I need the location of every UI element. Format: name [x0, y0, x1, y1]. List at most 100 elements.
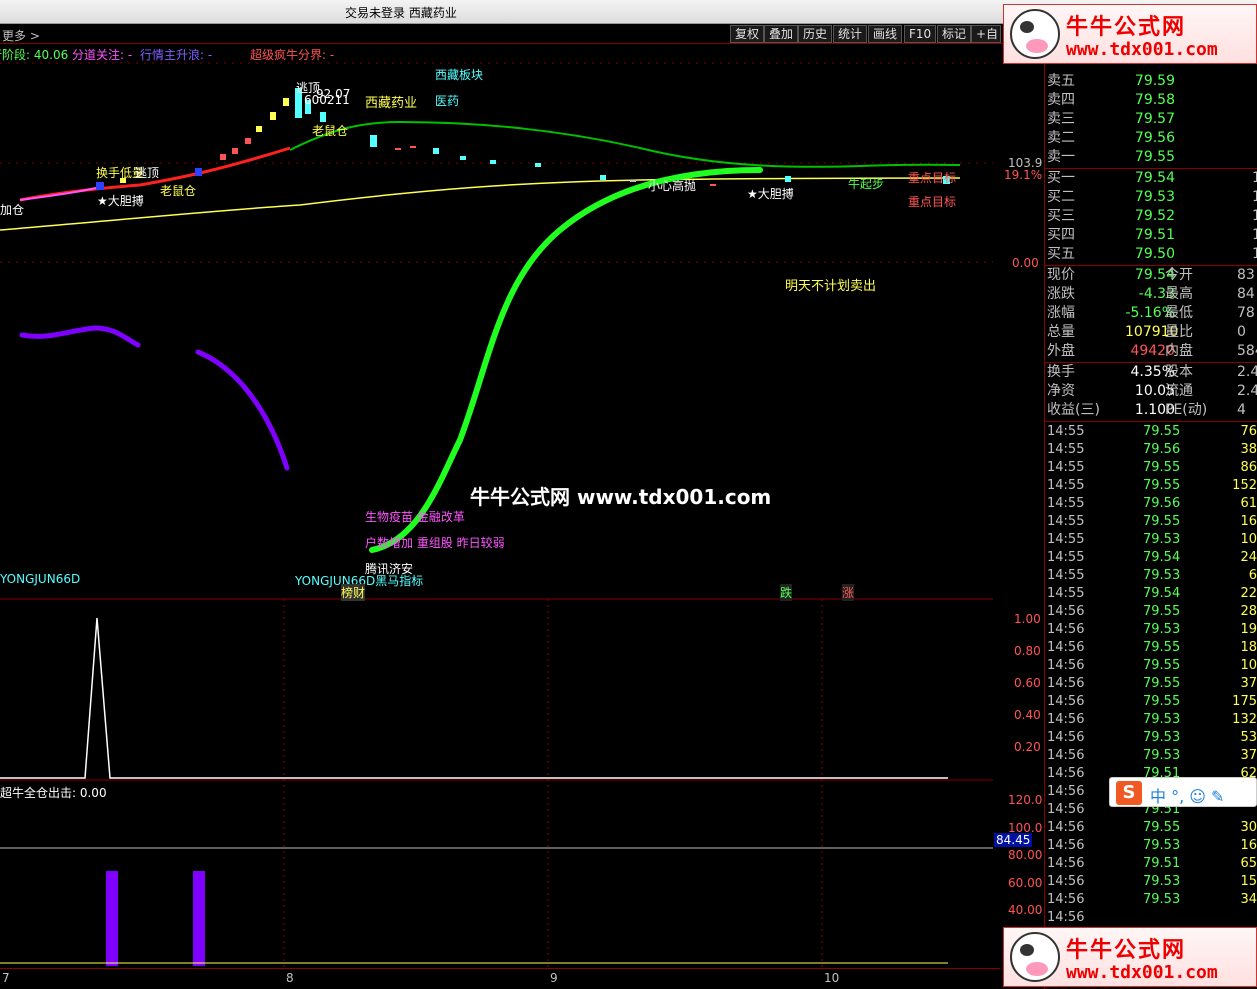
pct-axis: 19.1% — [1004, 168, 1043, 182]
tick-price: 79.55 — [1143, 424, 1181, 439]
tick-time: 14:56 — [1047, 766, 1085, 781]
tick-volume: 18 — [1240, 640, 1257, 655]
draw-line-button[interactable]: 画线 — [868, 25, 903, 43]
rank-tag[interactable]: 榜财 — [341, 584, 366, 601]
tick-volume: 10 — [1240, 532, 1257, 547]
tick-time: 14:56 — [1047, 640, 1085, 655]
window-title: 交易未登录 西藏药业 — [345, 6, 457, 20]
up-tag[interactable]: 涨 — [842, 584, 855, 601]
tick-volume: 61 — [1240, 496, 1257, 511]
date-tick-9: 9 — [550, 971, 558, 985]
tick-price: 79.53 — [1143, 874, 1181, 889]
sell-row-5: 卖五 79.59 — [1047, 73, 1175, 89]
fuquan-button[interactable]: 复权 — [730, 25, 765, 43]
concept-label-1: 生物疫苗 金融改革 — [365, 510, 465, 524]
key-target-label: 重点目标 — [908, 171, 957, 185]
author-left-label: YONGJUN66D — [0, 572, 81, 586]
tick-price: 79.53 — [1143, 568, 1181, 583]
tick-row: 14:56 79.53 34 — [1047, 891, 1257, 909]
tick-volume: 19 — [1240, 622, 1257, 637]
stat-row-net: 净资10.05流通2.48 — [1047, 383, 1257, 399]
cow-logo-icon — [1010, 9, 1060, 59]
old-rat2-label: 老鼠仓 — [160, 184, 197, 198]
buy-row-4: 买四 79.51 1 — [1047, 227, 1257, 243]
tick-row: 14:55 79.55 86 — [1047, 459, 1257, 477]
sogou-ime-icon[interactable]: S — [1116, 781, 1142, 805]
escape-top2-label: 逃顶 — [135, 166, 160, 180]
ma-green-line — [289, 120, 961, 168]
main-chart[interactable] — [0, 60, 993, 968]
date-tick-7: 7 — [2, 971, 10, 985]
tick-time: 14:56 — [1047, 622, 1085, 637]
tick-volume: 38 — [1240, 442, 1257, 457]
down-tag[interactable]: 跌 — [780, 584, 793, 601]
stat-row-outer: 外盘49420内盘584 — [1047, 343, 1257, 359]
tick-row: 14:55 79.56 61 — [1047, 495, 1257, 513]
tick-row: 14:55 79.53 10 — [1047, 531, 1257, 549]
tick-row: 14:56 79.55 37 — [1047, 675, 1257, 693]
tick-row: 14:56 79.53 132 — [1047, 711, 1257, 729]
tick-row: 14:55 79.54 24 — [1047, 549, 1257, 567]
tick-row: 14:55 79.54 22 — [1047, 585, 1257, 603]
stock-name-label: 西藏药业 — [365, 96, 418, 111]
tick-time: 14:55 — [1047, 460, 1085, 475]
stat-row-volume: 总量 107910 量比 0 — [1047, 324, 1246, 340]
tick-time: 14:56 — [1047, 910, 1085, 925]
brand-box-bottom: 牛牛公式网 www.tdx001.com — [1003, 927, 1257, 987]
tick-time: 14:56 — [1047, 802, 1085, 817]
mark-button[interactable]: 标记 — [937, 25, 972, 43]
overlay-button[interactable]: 叠加 — [764, 25, 799, 43]
date-axis: 7 8 9 10 — [0, 968, 1000, 989]
tick-volume: 22 — [1240, 586, 1257, 601]
tick-time: 14:55 — [1047, 478, 1085, 493]
add-watchlist-button[interactable]: +自选 — [971, 25, 1001, 43]
tick-time: 14:56 — [1047, 892, 1085, 907]
tick-time: 14:56 — [1047, 748, 1085, 763]
more-menu-button[interactable]: 更多 > — [2, 27, 40, 44]
stat-row-change: 涨跌 -4.33 最高 84 — [1047, 286, 1255, 302]
tick-time: 14:55 — [1047, 514, 1085, 529]
pct-zero: 0.00 — [1012, 256, 1039, 270]
tick-price: 79.55 — [1143, 676, 1181, 691]
tick-price: 79.55 — [1143, 694, 1181, 709]
quote-panel: 卖五 79.59 卖四 79.58 卖三 79.57 卖二 79.56 卖一 79.55 … — [1044, 44, 1257, 989]
tick-row: 14:56 — [1047, 909, 1257, 927]
ime-toolbar[interactable]: S 中 °, ☺ ✎ — [1109, 777, 1257, 807]
history-button[interactable]: 历史 — [798, 25, 833, 43]
sub2-bar-1 — [106, 871, 118, 966]
tick-time: 14:55 — [1047, 532, 1085, 547]
old-rat-label: 老鼠仓 — [312, 124, 349, 138]
sell-row-3: 卖三 79.57 — [1047, 111, 1175, 127]
tick-time: 14:55 — [1047, 424, 1085, 439]
tick-volume: 65 — [1240, 856, 1257, 871]
tick-price: 79.56 — [1143, 442, 1181, 457]
tick-volume: 152 — [1232, 478, 1257, 493]
tick-time: 14:56 — [1047, 784, 1085, 799]
statistics-button[interactable]: 统计 — [833, 25, 868, 43]
brand-box-top: 牛牛公式网 www.tdx001.com — [1003, 4, 1257, 64]
date-tick-10: 10 — [824, 971, 840, 985]
f10-button[interactable]: F10 — [904, 25, 937, 43]
brand-url: www.tdx001.com — [1066, 39, 1218, 60]
ma-magenta-line — [19, 186, 101, 201]
tick-volume: 15 — [1240, 874, 1257, 889]
stat-row-price: 现价 79.54 今开 83 — [1047, 267, 1255, 283]
tick-volume: 24 — [1240, 550, 1257, 565]
sell-row-1: 卖一 79.55 — [1047, 149, 1175, 165]
tick-time: 14:55 — [1047, 550, 1085, 565]
tick-price: 79.54 — [1143, 586, 1181, 601]
sub1-axis-2: 0.60 — [1014, 676, 1041, 690]
tick-time: 14:56 — [1047, 658, 1085, 673]
ime-mode-indicator[interactable]: 中 °, ☺ ✎ — [1150, 783, 1224, 807]
buy-row-1: 买一 79.54 1 — [1047, 170, 1257, 186]
tick-row: 14:56 79.53 16 — [1047, 837, 1257, 855]
bold-bet2-label: ★大胆搏 — [747, 187, 794, 201]
sub2-label: 超牛全仓出击: 0.00 — [0, 786, 107, 800]
tick-volume: 76 — [1240, 424, 1257, 439]
tick-volume: 34 — [1240, 892, 1257, 907]
tick-price: 79.55 — [1143, 514, 1181, 529]
tick-row: 14:56 79.55 10 — [1047, 657, 1257, 675]
tick-price: 79.53 — [1143, 622, 1181, 637]
careful-label: 小心高抛 — [648, 179, 697, 193]
tick-volume: 37 — [1240, 748, 1257, 763]
